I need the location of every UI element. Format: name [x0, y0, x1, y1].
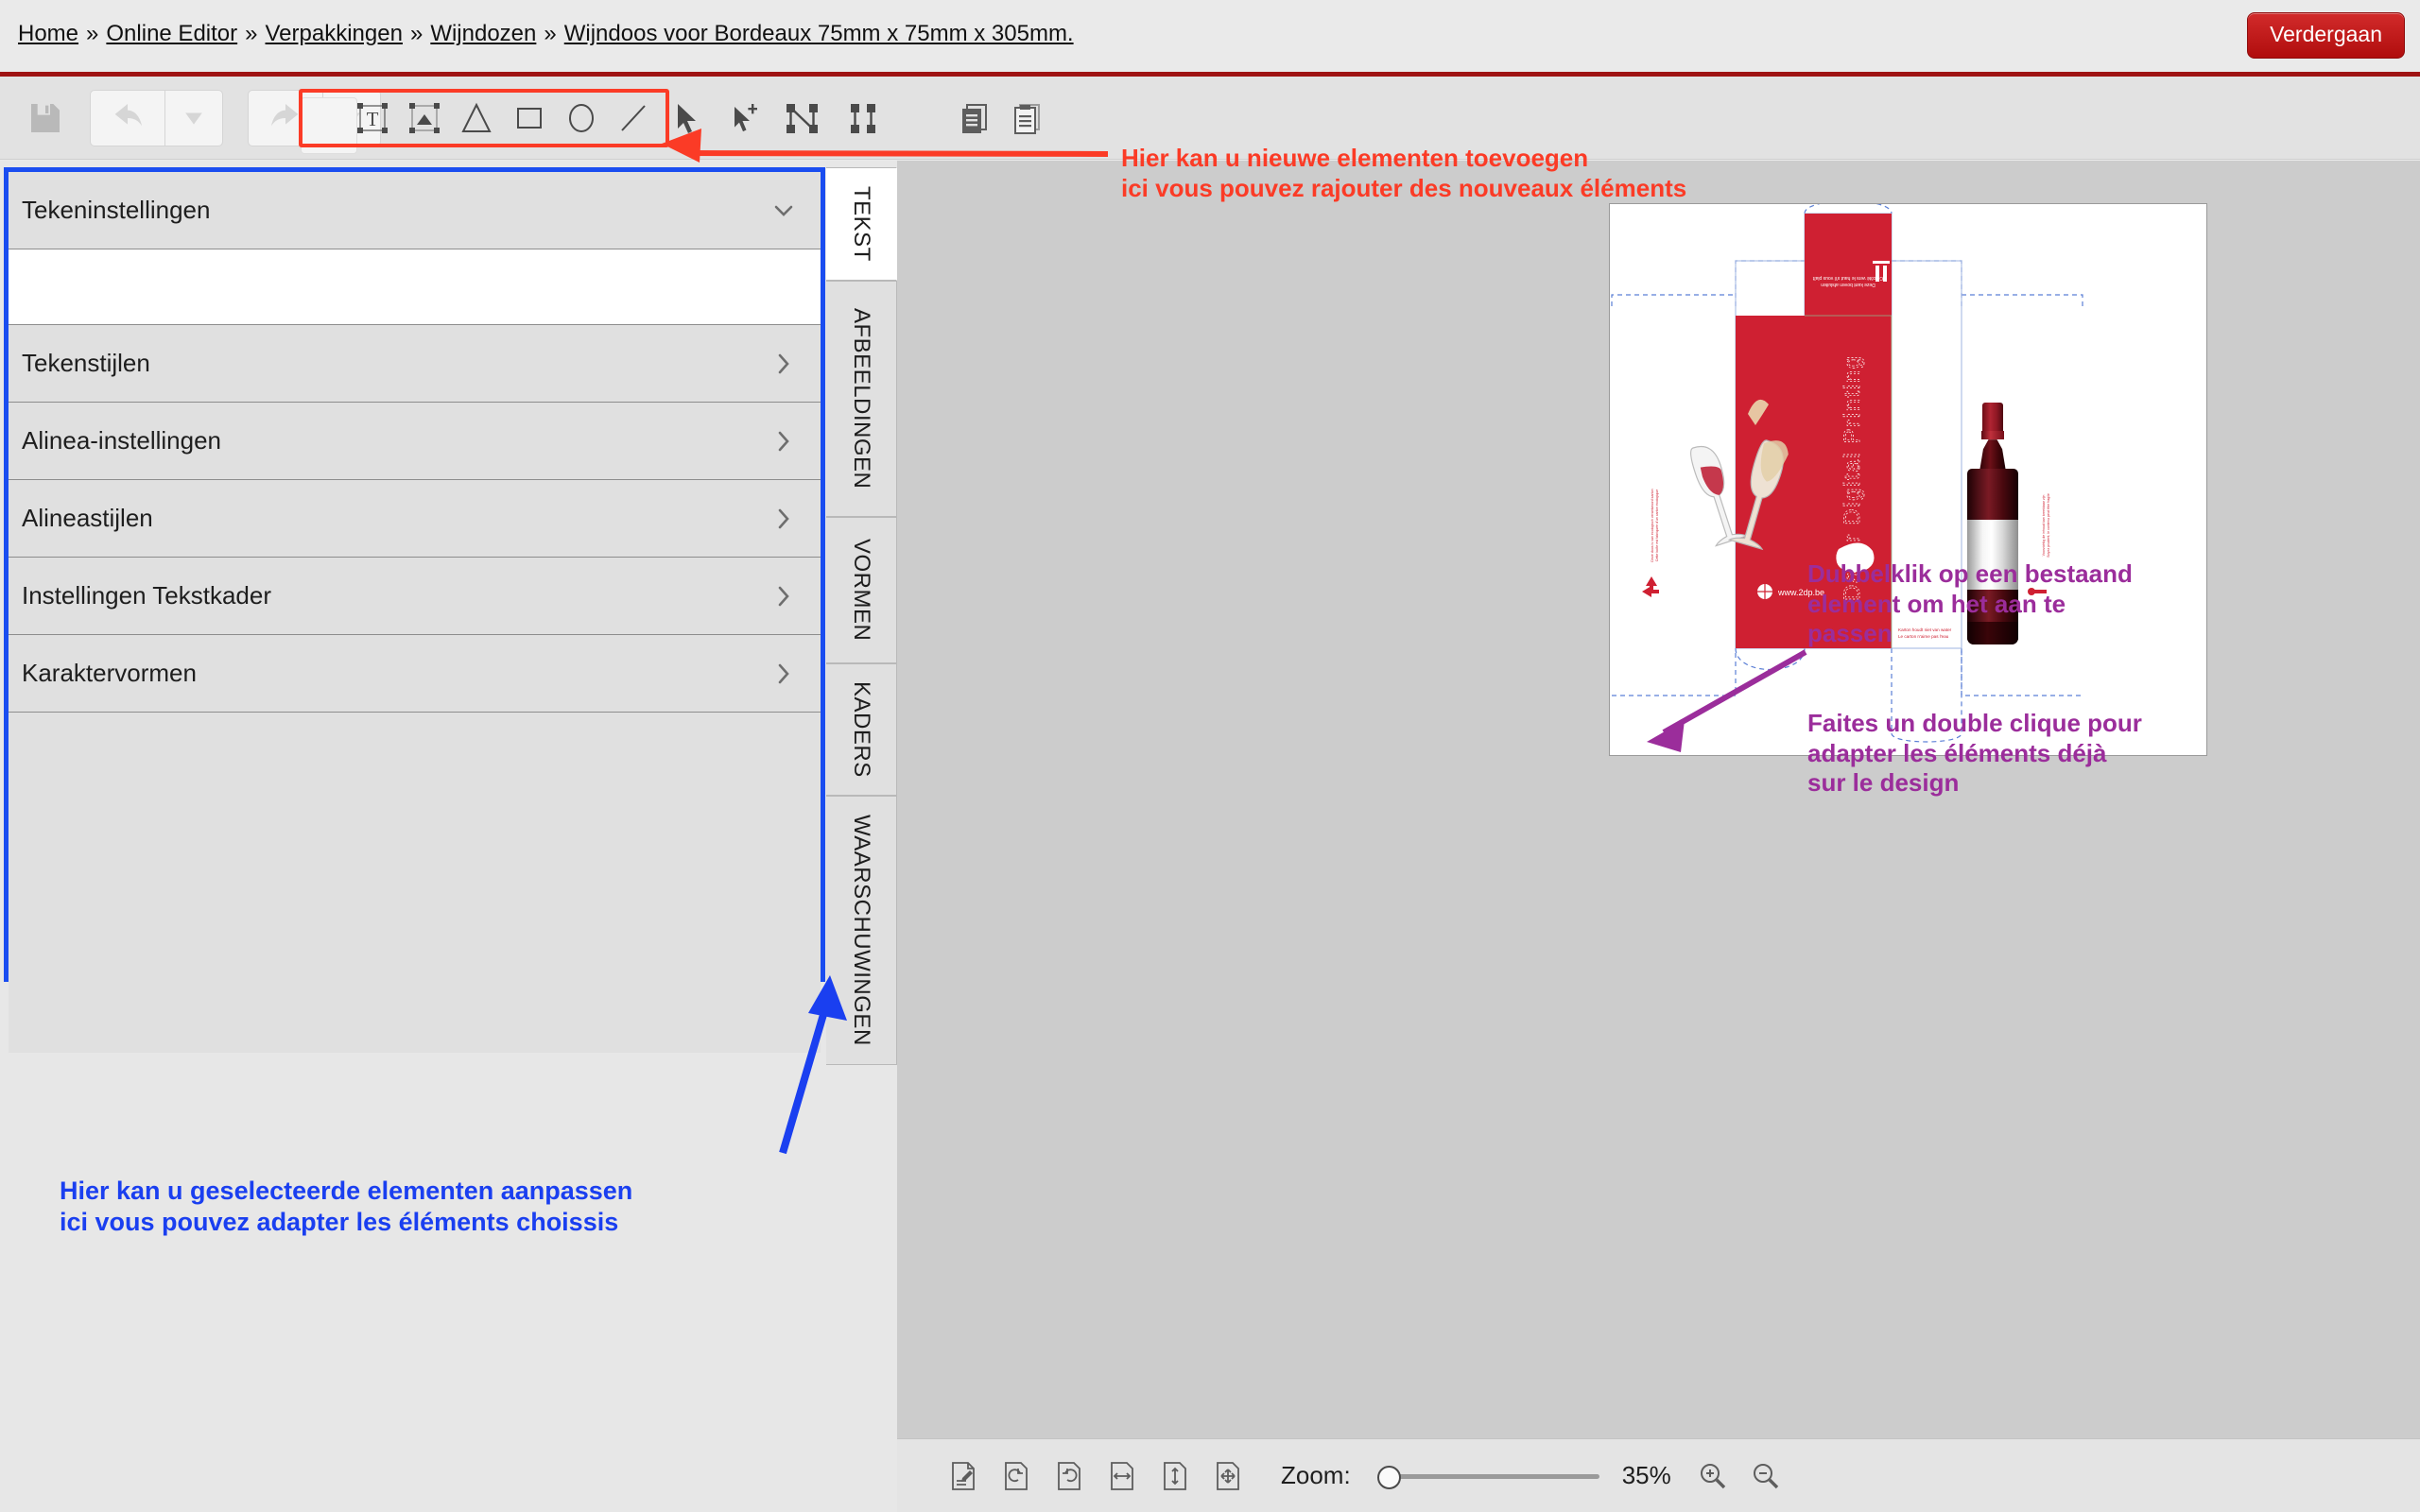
- breadcrumb-separator: »: [245, 21, 258, 46]
- svg-text:Voorzichtig de inhoud kan bree: Voorzichtig de inhoud kan breekbaar zijn: [2042, 495, 2046, 557]
- chevron-right-icon: [769, 350, 798, 378]
- svg-text:Deze doos is van ecologisch ve: Deze doos is van ecologisch verantwoord …: [1651, 489, 1654, 561]
- continue-button[interactable]: Verdergaan: [2247, 12, 2405, 59]
- undo-button[interactable]: [90, 89, 165, 146]
- zoom-slider-knob[interactable]: [1377, 1465, 1402, 1489]
- accordion-label: Alineastijlen: [22, 504, 153, 532]
- panel-tab-afbeeldingen[interactable]: AFBEELDINGEN: [826, 281, 897, 517]
- top-flap-panel: [1805, 214, 1892, 316]
- edit-page-icon[interactable]: [939, 1452, 988, 1501]
- accordion-row-2[interactable]: Alinea-instellingen: [9, 403, 821, 480]
- accordion-row-5[interactable]: Karaktervormen: [9, 635, 821, 713]
- breadcrumb-separator: »: [86, 21, 99, 46]
- copy-icon[interactable]: [949, 93, 1000, 144]
- add-triangle-tool[interactable]: [451, 89, 503, 147]
- paste-icon[interactable]: [1002, 93, 1053, 144]
- fit-page-icon[interactable]: [1203, 1452, 1253, 1501]
- svg-text:T: T: [366, 108, 378, 130]
- accordion-row-1[interactable]: Tekenstijlen: [9, 325, 821, 403]
- globe-icon: [1757, 584, 1772, 599]
- accordion-row-0[interactable]: Tekeninstellingen: [9, 172, 821, 249]
- zoom-out-icon[interactable]: [1741, 1452, 1790, 1501]
- svg-text:Karton houdt niet van water: Karton houdt niet van water: [1898, 627, 1952, 632]
- accordion-label: Karaktervormen: [22, 659, 197, 687]
- select-tool[interactable]: [662, 93, 713, 144]
- design-canvas-area[interactable]: Deze kant boven afsluiten Ce côté vers l…: [897, 161, 2420, 1512]
- add-image-tool[interactable]: [398, 89, 450, 147]
- chevron-right-icon: [769, 582, 798, 610]
- svg-text:Cette boîte est fabriquée d'un: Cette boîte est fabriquée d'un carton éc…: [1655, 490, 1659, 561]
- main-toolbar: T: [0, 77, 2420, 160]
- accordion-label: Alinea-instellingen: [22, 426, 222, 455]
- panel-tab-vormen[interactable]: VORMEN: [826, 517, 897, 663]
- panel-tab-label: AFBEELDINGEN: [849, 308, 874, 490]
- breadcrumb-item-4[interactable]: Wijndoos voor Bordeaux 75mm x 75mm x 305…: [564, 21, 1074, 46]
- add-ellipse-tool[interactable]: [555, 89, 607, 147]
- breadcrumb-item-2[interactable]: Verpakkingen: [266, 21, 403, 46]
- website-text: www.2dp.be: [1777, 588, 1824, 597]
- accordion-label: Tekeninstellingen: [22, 196, 211, 224]
- accordion-row-4[interactable]: Instellingen Tekstkader: [9, 558, 821, 635]
- artwork-page[interactable]: Deze kant boven afsluiten Ce côté vers l…: [1609, 199, 2207, 756]
- flip-horizontal-icon[interactable]: [1098, 1452, 1147, 1501]
- zoom-slider[interactable]: [1368, 1464, 1599, 1489]
- breadcrumb-bar: Home» Online Editor» Verpakkingen» Wijndoze…: [0, 0, 2420, 75]
- rotate-ccw-icon[interactable]: [992, 1452, 1041, 1501]
- panel-tab-waarschuwingen[interactable]: WAARSCHUWINGEN: [826, 796, 897, 1065]
- editor-window: Home» Online Editor» Verpakkingen» Wijndoze…: [0, 0, 2420, 1512]
- rotate-cw-icon[interactable]: [1045, 1452, 1094, 1501]
- breadcrumb-item-0[interactable]: Home: [18, 21, 78, 46]
- add-rectangle-tool[interactable]: [503, 89, 555, 147]
- zoom-value: 35%: [1621, 1461, 1671, 1489]
- panel-tab-kaders[interactable]: KADERS: [826, 663, 897, 796]
- eco-note: Deze doos is van ecologisch verantwoord …: [1651, 489, 1659, 561]
- breadcrumb: Home» Online Editor» Verpakkingen» Wijndoze…: [18, 21, 1074, 47]
- guides-tool[interactable]: [838, 93, 889, 144]
- chevron-right-icon: [769, 505, 798, 533]
- save-icon[interactable]: [19, 92, 72, 145]
- panel-tab-label: KADERS: [849, 681, 874, 778]
- breadcrumb-separator: »: [544, 21, 557, 46]
- undo-dropdown-button[interactable]: [164, 89, 223, 146]
- add-text-tool[interactable]: T: [346, 89, 398, 147]
- breadcrumb-item-1[interactable]: Online Editor: [106, 21, 237, 46]
- breadcrumb-item-3[interactable]: Wijndozen: [430, 21, 536, 46]
- chevron-down-icon: [769, 197, 798, 225]
- panel-tab-label: VORMEN: [849, 539, 874, 642]
- panel-tab-label: WAARSCHUWINGEN: [849, 815, 874, 1046]
- panel-tab-label: TEKST: [849, 186, 874, 262]
- text-settings-accordion: Tekeninstellingen Tekenstijlen Alinea-inst…: [4, 167, 825, 1053]
- panel-tab-rail: TEKST AFBEELDINGEN VORMEN KADERS WAARSCHUWIN…: [826, 167, 897, 1065]
- chevron-right-icon: [769, 427, 798, 455]
- left-properties-panel: Tekeninstellingen Tekenstijlen Alinea-inst…: [0, 161, 897, 1512]
- zoom-label: Zoom:: [1281, 1461, 1351, 1489]
- chevron-right-icon: [769, 660, 798, 688]
- top-flap-text: Deze kant boven afsluiten Ce côté vers l…: [1812, 275, 1883, 287]
- panel-tab-tekst[interactable]: TEKST: [826, 167, 897, 281]
- accordion-filler: [9, 713, 821, 1053]
- svg-text:Soyez prudent, le contenu peut: Soyez prudent, le contenu peut être frag…: [2047, 493, 2050, 558]
- zoom-in-icon[interactable]: [1688, 1452, 1737, 1501]
- breadcrumb-separator: »: [409, 21, 424, 46]
- add-line-tool[interactable]: [608, 89, 660, 147]
- accordion-body-0: [9, 249, 821, 325]
- svg-text:Ce côté vers le haut s'il vous: Ce côté vers le haut s'il vous plaît: [1812, 275, 1883, 281]
- accordion-label: Tekenstijlen: [22, 349, 150, 377]
- handle-note: Voorzichtig de inhoud kan breekbaar zijn…: [2042, 493, 2050, 558]
- add-element-toolgroup: T: [299, 88, 669, 147]
- zoom-toolbar: Zoom: 35%: [897, 1438, 2420, 1512]
- add-to-selection-tool[interactable]: [718, 93, 769, 144]
- svg-text:Le carton n'aime pas l'eau: Le carton n'aime pas l'eau: [1898, 634, 1949, 639]
- accordion-label: Instellingen Tekstkader: [22, 581, 272, 610]
- wine-bottle-image: [1962, 403, 2024, 646]
- flip-vertical-icon[interactable]: [1150, 1452, 1200, 1501]
- svg-text:Deze kant boven afsluiten: Deze kant boven afsluiten: [1821, 282, 1876, 287]
- recycle-icon: [1642, 576, 1659, 597]
- edit-nodes-tool[interactable]: [777, 93, 828, 144]
- zoom-slider-track: [1378, 1473, 1599, 1479]
- dieline-artwork: Deze kant boven afsluiten Ce côté vers l…: [1611, 199, 2083, 743]
- knife-icon: [2028, 588, 2047, 595]
- accordion-row-3[interactable]: Alineastijlen: [9, 480, 821, 558]
